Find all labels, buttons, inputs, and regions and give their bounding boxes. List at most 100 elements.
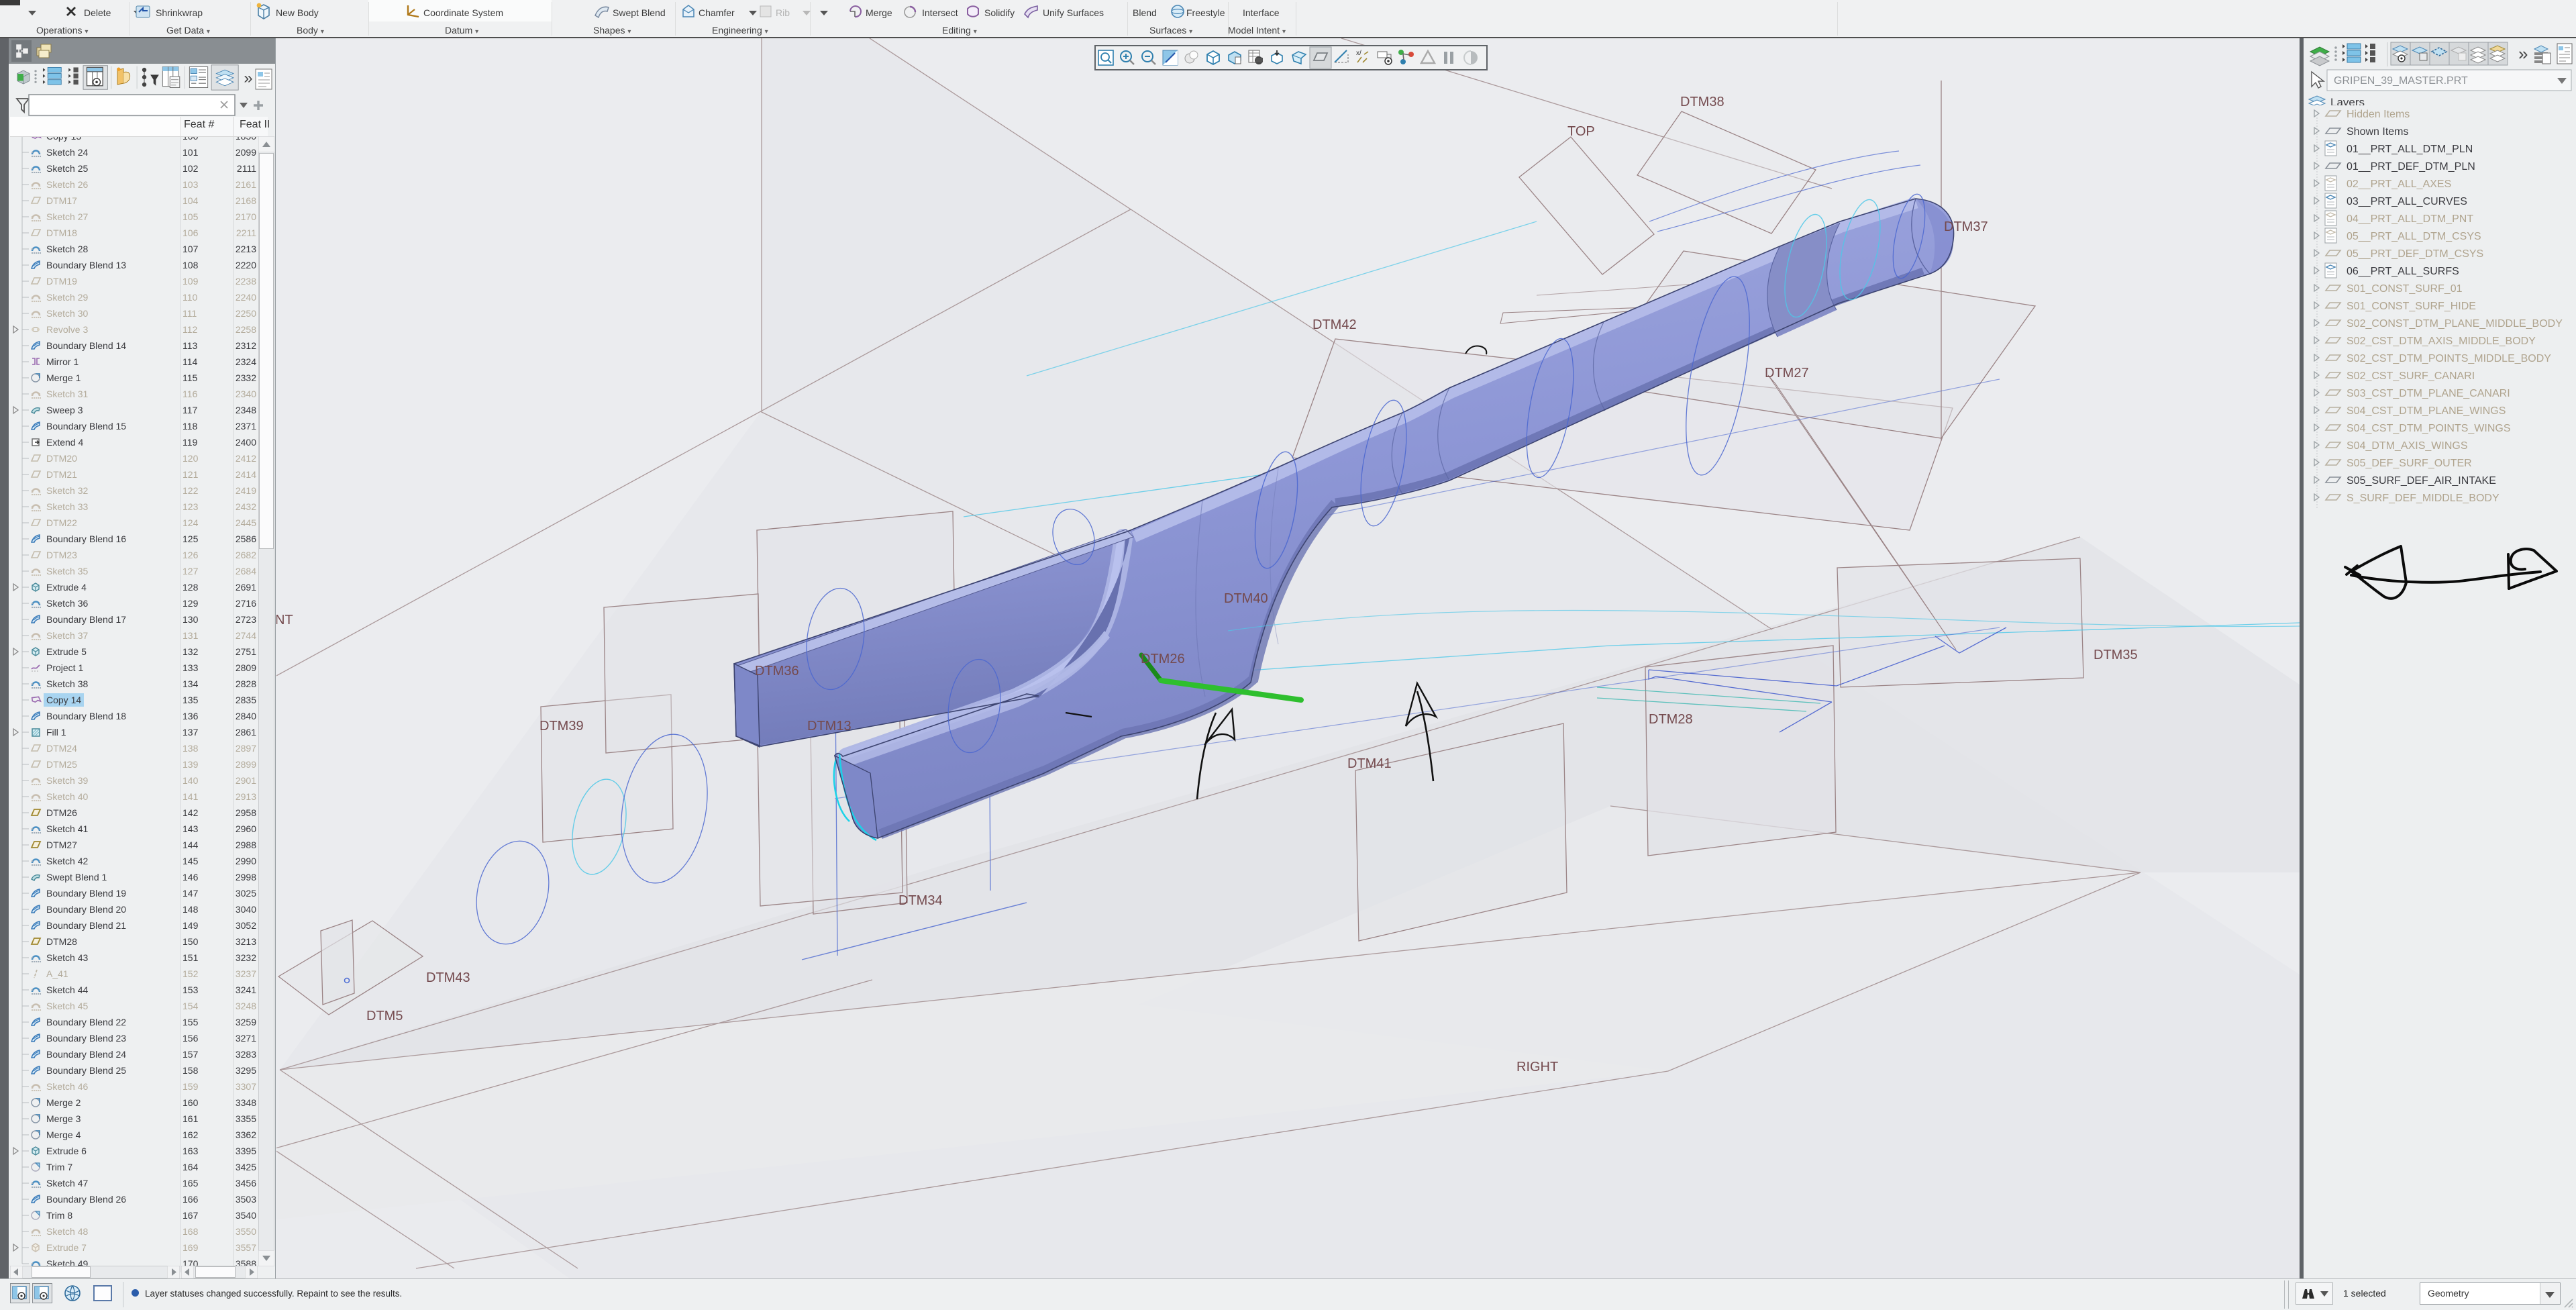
svg-text:DTM41: DTM41: [1347, 756, 1392, 771]
svg-text:2240: 2240: [236, 292, 256, 303]
svg-text:01__PRT_ALL_DTM_PLN: 01__PRT_ALL_DTM_PLN: [2347, 144, 2473, 155]
svg-text:101: 101: [183, 147, 199, 158]
svg-text:2809: 2809: [236, 662, 256, 673]
svg-text:DTM25: DTM25: [46, 759, 77, 770]
svg-text:DTM26: DTM26: [1141, 652, 1185, 666]
svg-text:3283: 3283: [236, 1049, 256, 1060]
svg-text:DTM38: DTM38: [1680, 95, 1724, 109]
svg-text:Extrude 6: Extrude 6: [46, 1146, 87, 1156]
svg-text:132: 132: [183, 646, 199, 657]
svg-text:Trim 7: Trim 7: [46, 1162, 72, 1172]
svg-text:S02_CST_SURF_CANARI: S02_CST_SURF_CANARI: [2347, 370, 2475, 382]
svg-text:2340: 2340: [236, 389, 256, 399]
svg-text:2419: 2419: [236, 485, 256, 496]
svg-text:Revolve 3: Revolve 3: [46, 324, 88, 335]
svg-text:DTM22: DTM22: [46, 517, 77, 528]
svg-text:DTM27: DTM27: [1765, 366, 1809, 381]
svg-text:153: 153: [183, 985, 199, 995]
svg-text:Sketch 38: Sketch 38: [46, 678, 88, 689]
svg-text:Copy 14: Copy 14: [46, 695, 81, 705]
svg-text:DTM24: DTM24: [46, 743, 77, 754]
svg-text:S04_CST_DTM_POINTS_WINGS: S04_CST_DTM_POINTS_WINGS: [2347, 423, 2511, 434]
svg-text:06__PRT_ALL_SURFS: 06__PRT_ALL_SURFS: [2347, 266, 2459, 277]
svg-text:2220: 2220: [236, 260, 256, 270]
svg-text:2332: 2332: [236, 372, 256, 383]
svg-text:Boundary Blend 17: Boundary Blend 17: [46, 614, 126, 625]
svg-text:DTM23: DTM23: [46, 550, 77, 560]
svg-text:Sketch 33: Sketch 33: [46, 501, 88, 512]
svg-text:126: 126: [183, 550, 199, 560]
svg-text:Sketch 42: Sketch 42: [46, 856, 88, 866]
svg-text:2684: 2684: [236, 566, 256, 576]
svg-text:3348: 3348: [236, 1097, 256, 1108]
svg-text:3295: 3295: [236, 1065, 256, 1076]
svg-text:144: 144: [183, 840, 199, 850]
svg-text:136: 136: [183, 711, 199, 721]
svg-text:Merge 4: Merge 4: [46, 1129, 81, 1140]
svg-text:S01_CONST_SURF_HIDE: S01_CONST_SURF_HIDE: [2347, 301, 2476, 312]
svg-text:122: 122: [183, 485, 199, 496]
svg-text:105: 105: [183, 211, 199, 222]
svg-text:Boundary Blend 25: Boundary Blend 25: [46, 1065, 126, 1076]
svg-text:159: 159: [183, 1081, 199, 1092]
svg-text:DTM40: DTM40: [1224, 591, 1268, 606]
svg-text:S03_CST_DTM_PLANE_CANARI: S03_CST_DTM_PLANE_CANARI: [2347, 388, 2510, 399]
svg-text:S02_CST_DTM_POINTS_MIDDLE_BODY: S02_CST_DTM_POINTS_MIDDLE_BODY: [2347, 353, 2551, 364]
svg-text:3271: 3271: [236, 1033, 256, 1044]
svg-text:2840: 2840: [236, 711, 256, 721]
svg-text:3248: 3248: [236, 1001, 256, 1011]
svg-text:3425: 3425: [236, 1162, 256, 1172]
svg-text:3213: 3213: [236, 936, 256, 947]
svg-text:Sketch 24: Sketch 24: [46, 147, 88, 158]
svg-text:Fill 1: Fill 1: [46, 727, 66, 738]
svg-text:DTM21: DTM21: [46, 469, 77, 480]
svg-text:138: 138: [183, 743, 199, 754]
svg-text:2312: 2312: [236, 340, 256, 351]
svg-text:S02_CST_DTM_AXIS_MIDDLE_BODY: S02_CST_DTM_AXIS_MIDDLE_BODY: [2347, 336, 2536, 347]
svg-text:164: 164: [183, 1162, 199, 1172]
svg-text:109: 109: [183, 276, 199, 287]
svg-text:Sketch 32: Sketch 32: [46, 485, 88, 496]
svg-text:x/: x/: [1356, 50, 1361, 57]
svg-text:2412: 2412: [236, 453, 256, 464]
svg-text:Sketch 44: Sketch 44: [46, 985, 88, 995]
svg-text:2250: 2250: [236, 308, 256, 319]
svg-text:2348: 2348: [236, 405, 256, 415]
svg-text:3540: 3540: [236, 1210, 256, 1221]
svg-text:149: 149: [183, 920, 199, 931]
svg-text:DTM39: DTM39: [539, 719, 584, 734]
svg-text:2432: 2432: [236, 501, 256, 512]
svg-text:147: 147: [183, 888, 199, 899]
svg-text:Boundary Blend 20: Boundary Blend 20: [46, 904, 126, 915]
svg-text:2744: 2744: [236, 630, 256, 641]
svg-text:05__PRT_ALL_DTM_CSYS: 05__PRT_ALL_DTM_CSYS: [2347, 231, 2481, 242]
svg-text:140: 140: [183, 775, 199, 786]
svg-text:S04_CST_DTM_PLANE_WINGS: S04_CST_DTM_PLANE_WINGS: [2347, 405, 2506, 417]
svg-text:2238: 2238: [236, 276, 256, 287]
svg-text:Mirror 1: Mirror 1: [46, 356, 79, 367]
svg-text:2400: 2400: [236, 437, 256, 448]
svg-text:Boundary Blend 16: Boundary Blend 16: [46, 534, 126, 544]
svg-text:Sketch 46: Sketch 46: [46, 1081, 88, 1092]
svg-text:168: 168: [183, 1226, 199, 1237]
svg-text:130: 130: [183, 614, 199, 625]
svg-text:Boundary Blend 13: Boundary Blend 13: [46, 260, 126, 270]
svg-text:03__PRT_ALL_CURVES: 03__PRT_ALL_CURVES: [2347, 196, 2467, 207]
svg-text:162: 162: [183, 1129, 199, 1140]
svg-text:Swept Blend 1: Swept Blend 1: [46, 872, 107, 883]
svg-text:135: 135: [183, 695, 199, 705]
svg-text:Merge 3: Merge 3: [46, 1113, 81, 1124]
svg-text:Extrude 4: Extrude 4: [46, 582, 87, 593]
svg-text:158: 158: [183, 1065, 199, 1076]
svg-text:2990: 2990: [236, 856, 256, 866]
svg-text:102: 102: [183, 163, 199, 174]
svg-text:GRIPEN_39_MASTER.PRT: GRIPEN_39_MASTER.PRT: [2334, 75, 2468, 87]
svg-text:169: 169: [183, 1242, 199, 1253]
svg-text:01__PRT_DEF_DTM_PLN: 01__PRT_DEF_DTM_PLN: [2347, 161, 2475, 172]
svg-text:DTM19: DTM19: [46, 276, 77, 287]
svg-text:2682: 2682: [236, 550, 256, 560]
svg-text:Sketch 25: Sketch 25: [46, 163, 88, 174]
svg-text:142: 142: [183, 807, 199, 818]
svg-text:Sketch 31: Sketch 31: [46, 389, 88, 399]
svg-text:113: 113: [183, 340, 198, 351]
